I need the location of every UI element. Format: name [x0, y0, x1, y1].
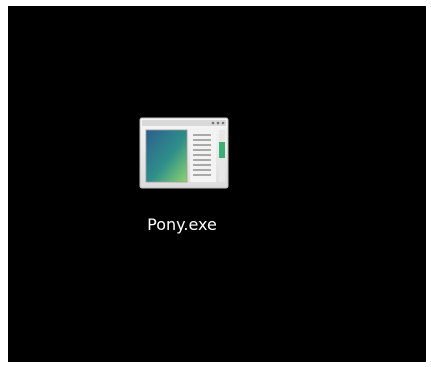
- desktop-icon-label: Pony.exe: [147, 215, 217, 234]
- desktop-icon-pony[interactable]: Pony.exe: [124, 117, 240, 247]
- application-window-icon: [139, 117, 229, 189]
- desktop-background: Pony.exe: [8, 6, 426, 362]
